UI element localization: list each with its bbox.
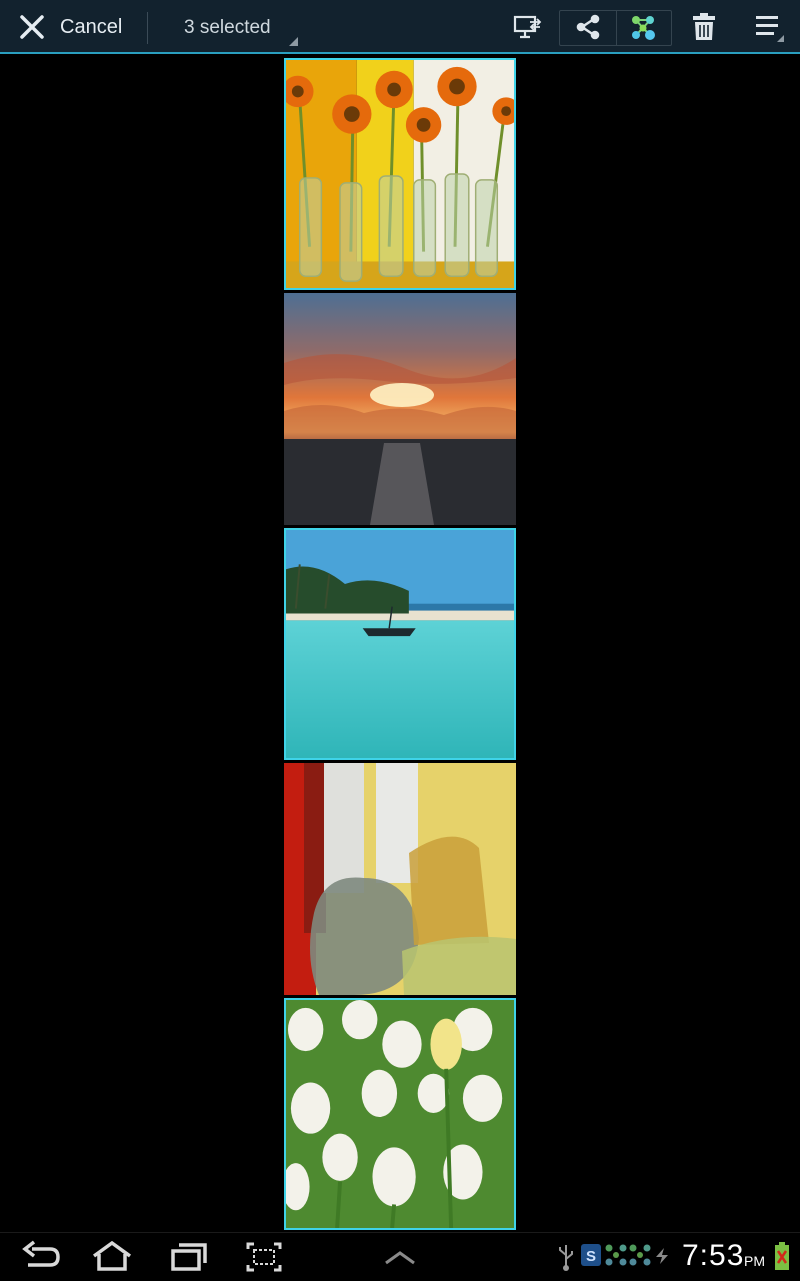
action-bar: Cancel 3 selected — [0, 0, 800, 54]
status-clock-ampm: PM — [744, 1253, 765, 1269]
photo-thumbnail-glass-vases[interactable] — [284, 763, 516, 995]
cancel-button[interactable]: Cancel — [0, 0, 145, 54]
cancel-label: Cancel — [60, 16, 123, 38]
usb-icon — [559, 1245, 573, 1271]
share-via-group-icon — [632, 16, 655, 40]
share-notify-icon — [629, 1244, 651, 1266]
photo-thumbnail-ocean-sunset[interactable] — [284, 293, 516, 525]
home-button[interactable] — [88, 1239, 136, 1275]
photo-thumbnail-tropical-beach[interactable] — [284, 528, 516, 760]
back-button[interactable] — [18, 1239, 66, 1275]
battery-icon — [775, 1242, 789, 1270]
recent-apps-button[interactable] — [164, 1239, 212, 1275]
svg-text:S: S — [586, 1248, 596, 1265]
screen-mirror-icon — [513, 15, 542, 39]
system-navigation-bar: S 7:53 PM — [0, 1232, 800, 1281]
recent-apps-icon — [171, 1243, 207, 1271]
glass-vases-image — [284, 763, 516, 995]
sunflowers-image — [286, 60, 514, 288]
share-icon — [576, 14, 600, 40]
photo-thumbnail-white-tulips[interactable] — [284, 998, 516, 1230]
overflow-menu-button[interactable] — [742, 0, 796, 54]
share-button[interactable] — [562, 0, 614, 54]
s-app-icon: S — [581, 1244, 601, 1266]
expand-up-icon — [385, 1251, 415, 1265]
expand-panel-button[interactable] — [376, 1239, 424, 1275]
home-icon — [92, 1240, 132, 1271]
action-bar-divider — [147, 12, 148, 44]
selection-count-label: 3 selected — [184, 17, 271, 38]
selection-count-dropdown[interactable]: 3 selected — [150, 0, 300, 54]
tropical-beach-image — [286, 530, 514, 758]
share-via-group-button[interactable] — [617, 0, 669, 54]
delete-icon — [693, 13, 715, 40]
screenshot-button[interactable] — [240, 1239, 288, 1275]
screen-mirror-button[interactable] — [506, 0, 550, 54]
sync-icon — [656, 1248, 668, 1264]
overflow-menu-icon — [756, 16, 784, 42]
back-icon — [22, 1240, 60, 1267]
screenshot-icon — [246, 1242, 282, 1272]
share-notify-icon — [605, 1244, 627, 1266]
status-clock: 7:53 — [682, 1239, 745, 1272]
white-tulips-image — [286, 1000, 514, 1228]
delete-button[interactable] — [680, 0, 728, 54]
ocean-sunset-image — [284, 293, 516, 525]
photo-thumbnail-sunflowers[interactable] — [284, 58, 516, 290]
close-icon — [20, 15, 44, 39]
dropdown-arrow-icon — [289, 37, 298, 46]
